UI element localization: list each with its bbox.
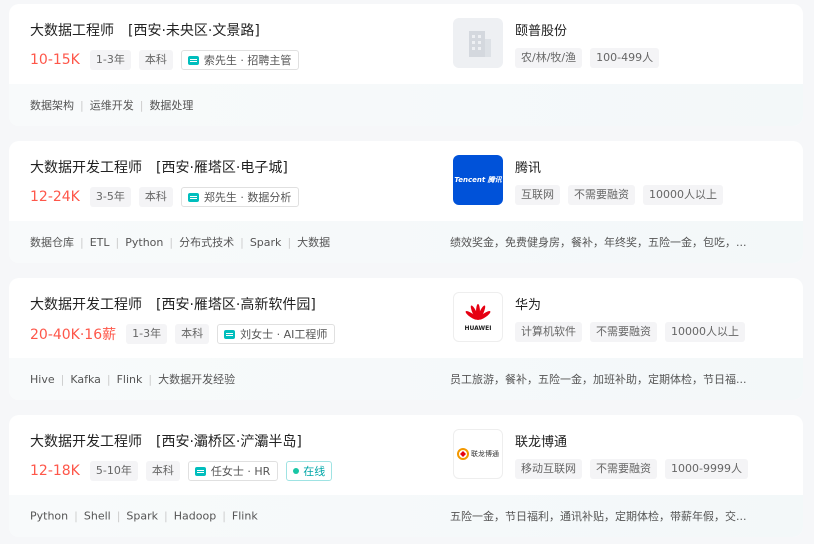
job-card[interactable]: 大数据工程师 [西安·未央区·文景路] 10-15K 1-3年 本科 索先生 · … [9,4,803,126]
degree-tag: 本科 [138,50,173,70]
job-title[interactable]: 大数据开发工程师 [西安·雁塔区·高新软件园] [30,294,316,314]
chat-icon [187,55,199,65]
salary: 12-24K [30,189,80,205]
skills-list: 数据仓库 | ETL | Python | 分布式技术 | Spark | 大数据 [30,236,331,249]
job-title[interactable]: 大数据开发工程师 [西安·灞桥区·浐灞半岛] [30,431,302,451]
experience-tag: 3-5年 [89,187,131,207]
skill-tag: 运维开发 [89,99,134,112]
skill-tag: Hive [30,373,55,386]
huawei-flower-icon [465,303,491,320]
company-funding-tag: 不需要融资 [590,459,657,479]
skill-tag: 数据处理 [149,99,194,112]
job-title[interactable]: 大数据开发工程师 [西安·雁塔区·电子城] [30,157,288,177]
chat-icon [224,329,236,339]
skill-tag: Hadoop [173,509,217,523]
skill-tag: 大数据 [297,236,331,249]
skill-tag: Spark [126,509,159,523]
company-name[interactable]: 颐普股份 [515,20,567,39]
company-industry-tag: 计算机软件 [515,322,582,342]
card-footer: Hive | Kafka | Flink | 大数据开发经验 员工旅游，餐补，五险一金，加班… [9,358,803,400]
company-industry-tag: 互联网 [515,185,560,205]
degree-tag: 本科 [175,324,210,344]
salary: 20-40K·16薪 [30,327,117,343]
skill-tag: 大数据开发经验 [158,373,236,386]
skills-list: 数据架构 | 运维开发 | 数据处理 [30,99,194,112]
skill-tag: Kafka [70,373,101,386]
company-name[interactable]: 腾讯 [515,157,541,176]
skill-tag: 分布式技术 [179,236,235,249]
company-industry-tag: 移动互联网 [515,459,582,479]
chat-icon [194,466,206,476]
company-logo[interactable]: Tencent 腾讯 [453,155,503,205]
skill-tag: 数据架构 [30,99,74,112]
card-footer: Python | Shell | Spark | Hadoop | Flink 五险一金，节日福… [9,495,803,537]
card-footer: 数据仓库 | ETL | Python | 分布式技术 | Spark | 大数据 绩效奖金，免费健… [9,221,803,263]
recruiter-button[interactable]: 任女士 · HR [187,461,279,481]
job-area: [西安·未央区·文景路] [128,23,260,39]
experience-tag: 1-3年 [89,50,131,70]
skill-tag: Flink [231,509,258,523]
salary: 10-15K [30,52,80,68]
company-name[interactable]: 联龙博通 [515,431,567,450]
skill-tag: Shell [83,509,111,523]
skill-tag: Flink [116,373,143,386]
recruiter-button[interactable]: 索先生 · 招聘主管 [180,50,300,70]
degree-tag: 本科 [145,461,180,481]
building-icon [469,31,491,57]
company-size-tag: 1000-9999人 [665,459,748,479]
company-name[interactable]: 华为 [515,294,541,313]
salary: 12-18K [30,463,80,479]
skills-list: Hive | Kafka | Flink | 大数据开发经验 [30,373,236,386]
company-size-tag: 10000人以上 [665,322,745,342]
job-area: [西安·雁塔区·高新软件园] [156,297,316,313]
welfare-text: 员工旅游，餐补，五险一金，加班补助，定期体检，节日福... [450,373,747,386]
job-area: [西安·灞桥区·浐灞半岛] [156,434,302,450]
recruiter-button[interactable]: 刘女士 · AI工程师 [217,324,336,344]
company-size-tag: 10000人以上 [643,185,723,205]
online-status-badge: 在线 [286,461,333,481]
company-industry-tag: 农/林/牧/渔 [515,48,583,68]
job-card[interactable]: 大数据开发工程师 [西安·雁塔区·高新软件园] 20-40K·16薪 1-3年 本… [9,278,803,400]
experience-tag: 1-3年 [126,324,168,344]
job-card[interactable]: 大数据开发工程师 [西安·雁塔区·电子城] 12-24K 3-5年 本科 郑先生 … [9,141,803,263]
job-area: [西安·雁塔区·电子城] [156,160,288,176]
welfare-text: 绩效奖金，免费健身房，餐补，年终奖，五险一金，包吃，... [450,236,747,249]
degree-tag: 本科 [138,187,173,207]
experience-tag: 5-10年 [89,461,138,481]
skill-tag: Python [30,509,69,523]
company-logo[interactable]: 联龙博通 [453,429,503,479]
company-size-tag: 100-499人 [590,48,660,68]
company-funding-tag: 不需要融资 [590,322,657,342]
company-funding-tag: 不需要融资 [568,185,635,205]
skill-tag: ETL [89,236,110,249]
job-card[interactable]: 大数据开发工程师 [西安·灞桥区·浐灞半岛] 12-18K 5-10年 本科 任女… [9,415,803,537]
lianlong-mark-icon [457,448,469,460]
recruiter-button[interactable]: 郑先生 · 数据分析 [180,187,300,207]
online-dot-icon [293,468,300,474]
company-logo[interactable] [453,18,503,68]
job-title[interactable]: 大数据工程师 [西安·未央区·文景路] [30,20,260,40]
chat-icon [187,192,199,202]
skill-tag: Spark [249,236,282,249]
skill-tag: Python [125,236,164,249]
company-logo[interactable]: HUAWEI [453,292,503,342]
welfare-text: 五险一金，节日福利，通讯补贴，定期体检，带薪年假，交... [450,510,747,523]
skills-list: Python | Shell | Spark | Hadoop | Flink [30,509,258,523]
card-footer: 数据架构 | 运维开发 | 数据处理 [9,84,803,126]
skill-tag: 数据仓库 [30,236,74,249]
